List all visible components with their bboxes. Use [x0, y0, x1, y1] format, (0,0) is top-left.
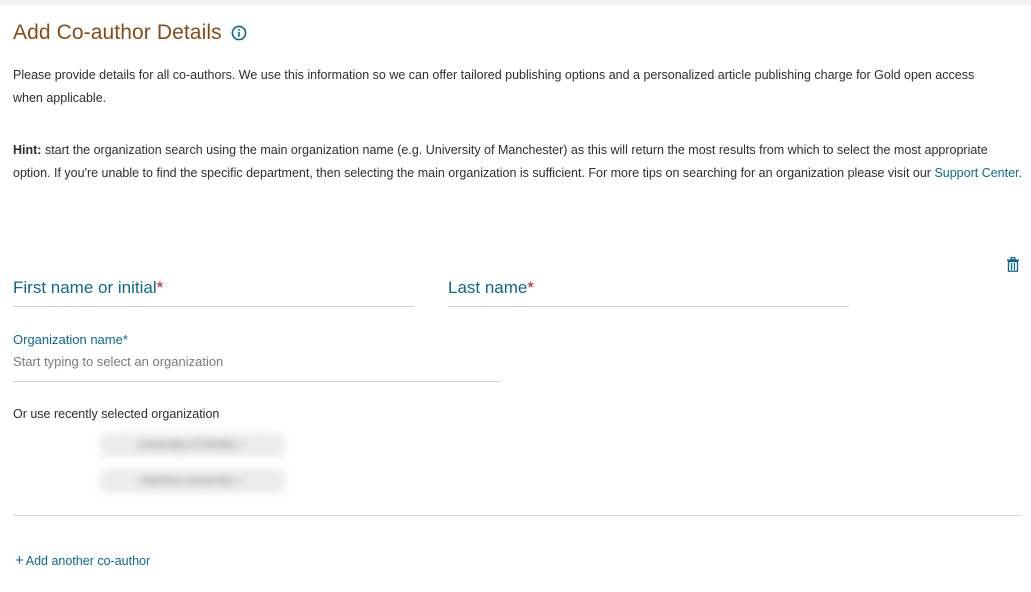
add-coauthor-button[interactable]: + Add another co-author — [15, 553, 150, 568]
required-marker: * — [156, 278, 164, 297]
info-circle-icon[interactable] — [231, 25, 247, 41]
last-name-field[interactable]: Last name* — [448, 276, 849, 307]
hint-suffix: . — [1018, 165, 1023, 180]
recent-organization-option[interactable]: Stanford University ✓ — [100, 469, 285, 493]
organization-label: Organization name — [13, 332, 123, 347]
top-strip — [0, 0, 1031, 5]
trash-icon[interactable] — [1006, 257, 1020, 272]
organization-search-input[interactable] — [13, 354, 493, 369]
recent-organizations-label: Or use recently selected organization — [13, 407, 220, 421]
section-heading: Add Co-author Details — [13, 19, 247, 47]
support-center-link[interactable]: Support Center — [934, 166, 1018, 180]
divider — [13, 515, 1021, 516]
hint-label: Hint: — [13, 143, 42, 157]
organization-field: Organization name* — [13, 331, 501, 382]
hint-body: start the organization search using the … — [13, 143, 988, 180]
last-name-label: Last name — [448, 278, 528, 297]
recent-organization-option[interactable]: University of Florida ✓ — [100, 433, 285, 457]
first-name-field[interactable]: First name or initial* — [13, 276, 414, 307]
page-title: Add Co-author Details — [13, 21, 222, 44]
hint-text: Hint: start the organization search usin… — [13, 139, 1023, 184]
intro-text: Please provide details for all co-author… — [13, 68, 975, 105]
first-name-label: First name or initial — [13, 278, 157, 297]
plus-icon: + — [15, 552, 24, 569]
add-coauthor-label: Add another co-author — [25, 553, 151, 568]
required-marker: * — [122, 332, 128, 347]
required-marker: * — [527, 278, 535, 297]
